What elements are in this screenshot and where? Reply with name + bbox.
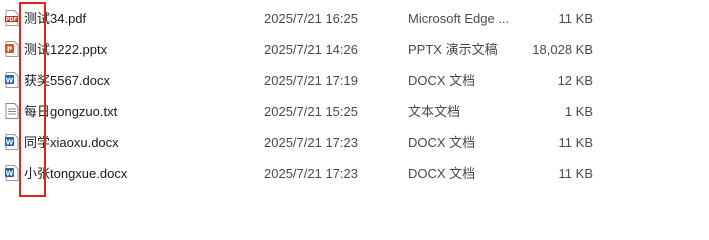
txt-file-icon — [5, 103, 19, 119]
file-name: 小张tongxue.docx — [24, 166, 128, 181]
file-list: PDF 测试34.pdf 2025/7/21 16:25 Microsoft E… — [0, 3, 709, 189]
file-type: DOCX 文档 — [408, 166, 476, 181]
file-name: 获奖5567.docx — [24, 73, 110, 88]
file-row[interactable]: PDF 测试34.pdf 2025/7/21 16:25 Microsoft E… — [0, 3, 709, 34]
file-type: Microsoft Edge ... — [408, 11, 510, 26]
file-row[interactable]: W 获奖5567.docx 2025/7/21 17:19 DOCX 文档 12… — [0, 65, 709, 96]
file-name: 测试1222.pptx — [24, 42, 108, 57]
file-name: 测试34.pdf — [24, 11, 87, 26]
pdf-file-icon: PDF — [5, 10, 19, 26]
file-row[interactable]: W 同学xiaoxu.docx 2025/7/21 17:23 DOCX 文档 … — [0, 127, 709, 158]
file-modified-date: 2025/7/21 14:26 — [264, 42, 358, 57]
file-size: 11 KB — [558, 135, 593, 150]
file-row[interactable]: P 测试1222.pptx 2025/7/21 14:26 PPTX 演示文稿 … — [0, 34, 709, 65]
file-type: 文本文档 — [408, 104, 461, 119]
svg-text:PDF: PDF — [6, 17, 17, 23]
file-size: 18,028 KB — [532, 42, 593, 57]
svg-text:W: W — [6, 170, 14, 178]
svg-text:W: W — [6, 77, 14, 85]
svg-text:W: W — [6, 139, 14, 147]
file-type: DOCX 文档 — [408, 135, 476, 150]
file-modified-date: 2025/7/21 17:23 — [264, 135, 358, 150]
file-modified-date: 2025/7/21 17:19 — [264, 73, 358, 88]
file-name: 同学xiaoxu.docx — [24, 135, 119, 150]
file-modified-date: 2025/7/21 15:25 — [264, 104, 358, 119]
file-modified-date: 2025/7/21 16:25 — [264, 11, 358, 26]
docx-file-icon: W — [5, 165, 19, 181]
pptx-file-icon: P — [5, 41, 19, 57]
file-size: 11 KB — [558, 166, 593, 181]
file-type: PPTX 演示文稿 — [408, 42, 498, 57]
file-row[interactable]: 每日gongzuo.txt 2025/7/21 15:25 文本文档 1 KB — [0, 96, 709, 127]
file-type: DOCX 文档 — [408, 73, 476, 88]
svg-text:P: P — [7, 46, 12, 54]
file-row[interactable]: W 小张tongxue.docx 2025/7/21 17:23 DOCX 文档… — [0, 158, 709, 189]
file-size: 11 KB — [558, 11, 593, 26]
file-size: 1 KB — [564, 104, 593, 119]
file-modified-date: 2025/7/21 17:23 — [264, 166, 358, 181]
file-name: 每日gongzuo.txt — [24, 104, 118, 119]
docx-file-icon: W — [5, 72, 19, 88]
docx-file-icon: W — [5, 134, 19, 150]
file-size: 12 KB — [557, 73, 593, 88]
